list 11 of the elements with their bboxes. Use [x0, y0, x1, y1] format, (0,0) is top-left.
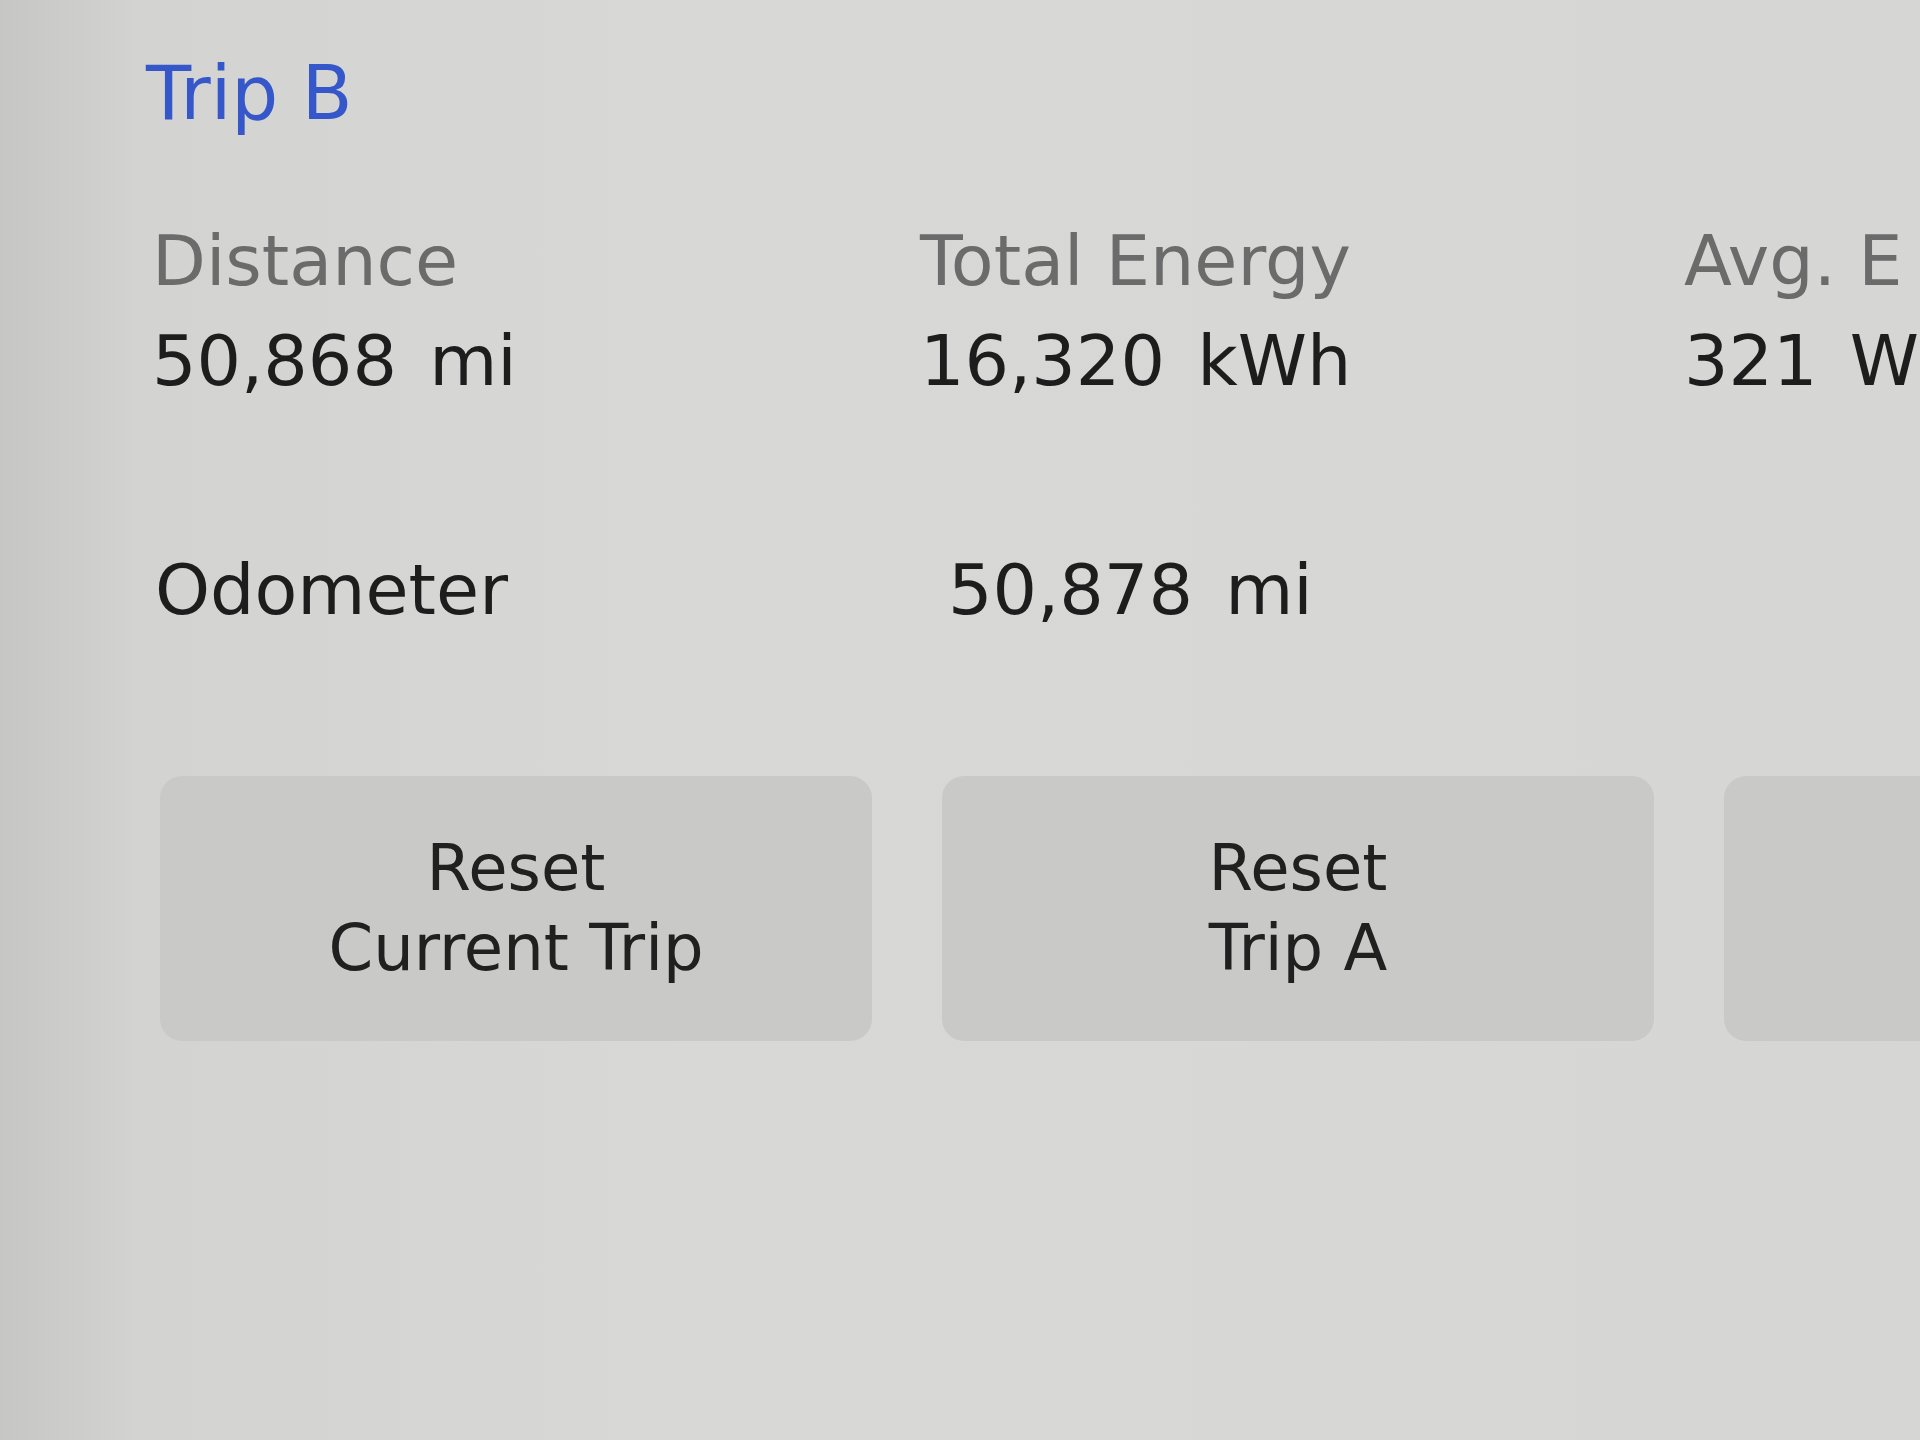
stat-label: Avg. E [1684, 218, 1903, 303]
reset-button[interactable]: Reset Current Trip [160, 775, 872, 1041]
stat-value: 50,868 mi [152, 318, 517, 403]
odometer-label: Odometer [155, 547, 508, 632]
stat-value: 321 W [1684, 318, 1920, 403]
odometer-value: 50,878 mi [948, 547, 1313, 632]
stat-label: Distance [152, 218, 459, 303]
stat-label: Total Energy [920, 218, 1351, 303]
trip-title: Trip B [146, 49, 353, 138]
stat-value: 16,320 kWh [920, 318, 1352, 403]
reset-button[interactable]: Reset Trip A [942, 775, 1654, 1041]
